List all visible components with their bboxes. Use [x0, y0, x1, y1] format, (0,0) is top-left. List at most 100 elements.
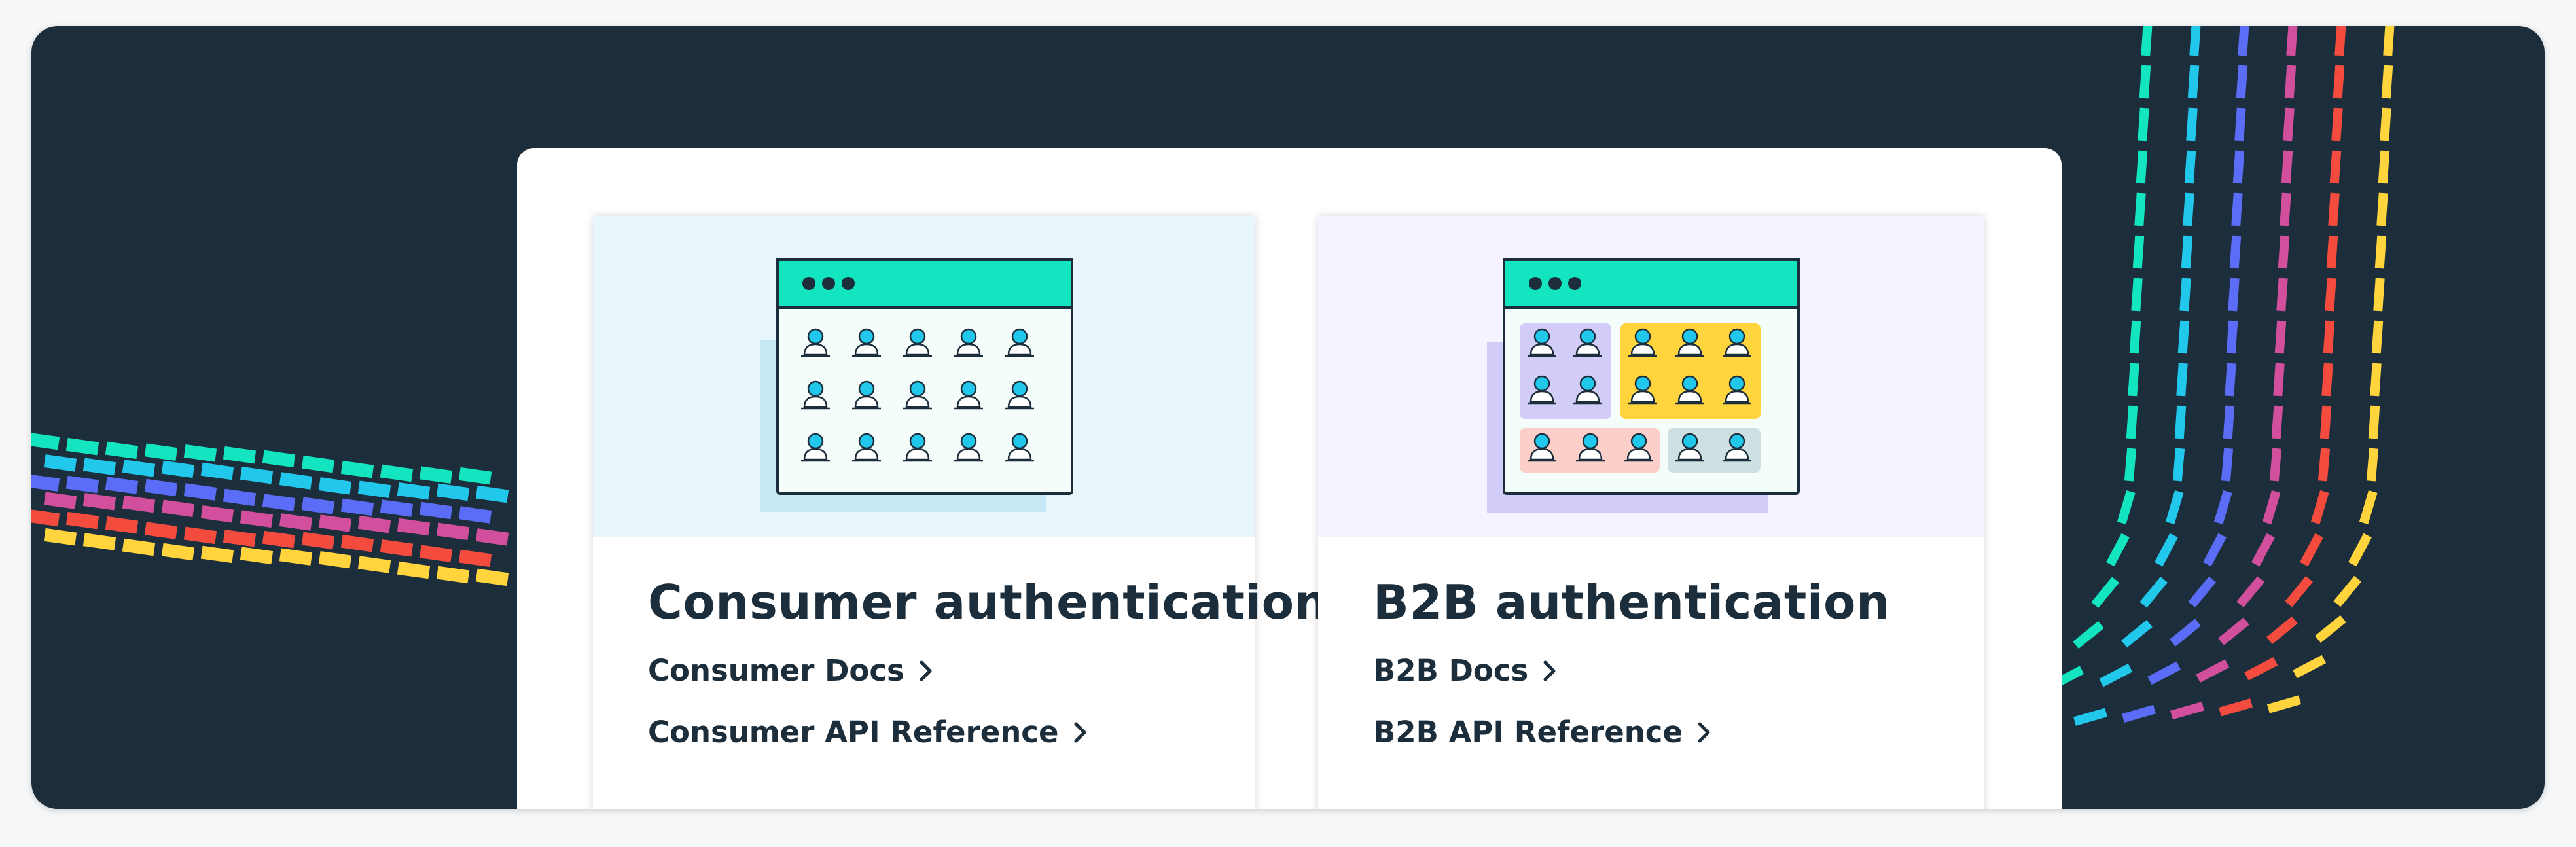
stripe-dash [2129, 320, 2141, 354]
stripe-dash [2284, 65, 2297, 99]
stripe-dash [105, 477, 139, 494]
stripe-dash [2300, 533, 2323, 567]
b2b-auth-card: B2B authentication B2B Docs B2B API Refe… [1318, 216, 1984, 809]
stripe-dash [262, 494, 296, 511]
b2b-api-reference-label: B2B API Reference [1373, 715, 1683, 749]
stripe-dash [2310, 490, 2329, 524]
consumer-auth-card: Consumer authentication Consumer Docs Co… [593, 216, 1328, 809]
stripe-dash [475, 528, 509, 546]
b2b-api-reference-link[interactable]: B2B API Reference [1373, 715, 1711, 749]
stripe-dash [2226, 320, 2238, 354]
stripe-dash [2383, 26, 2395, 56]
browser-window-icon [760, 258, 1073, 512]
chevron-right-icon [920, 660, 932, 681]
stripe-dash [240, 547, 274, 564]
stripe-dash [2170, 701, 2204, 720]
stripe-dash [340, 460, 374, 478]
stripe-dash [2323, 320, 2335, 354]
stripe-dash [2147, 661, 2181, 685]
stripe-dash [223, 446, 257, 464]
stripe-dash [82, 533, 116, 550]
stripe-dash [122, 460, 156, 477]
browser-window-icon [1487, 258, 1800, 513]
stripe-dash [2231, 192, 2243, 226]
stripe-dash [161, 499, 195, 518]
stripe-dash [240, 466, 274, 484]
stripe-dash [2139, 576, 2168, 608]
stripe-dash [2238, 26, 2249, 56]
stripe-dash [2274, 320, 2287, 354]
stripe-dash [161, 460, 195, 478]
stripe-dash [183, 526, 217, 545]
stripe-dash [2155, 533, 2178, 567]
stripe-dash [2317, 448, 2331, 482]
stripe-dash [161, 543, 195, 561]
stripe-dash [2221, 448, 2234, 482]
b2b-docs-link[interactable]: B2B Docs [1373, 653, 1557, 688]
chevron-right-icon [1074, 722, 1086, 742]
stripe-dash [65, 511, 99, 530]
stripe-dash [2319, 405, 2332, 439]
stripe-dash [279, 513, 313, 531]
stripe-dash [2285, 576, 2313, 607]
stripe-dash [318, 514, 352, 532]
stripe-dash [2315, 615, 2346, 643]
stripe-dash [2325, 278, 2336, 312]
chevron-right-icon [1543, 660, 1556, 681]
stripe-dash [122, 495, 156, 513]
stripe-dash [419, 466, 453, 484]
stripe-dash [436, 566, 470, 584]
stripe-dash [144, 478, 178, 497]
stripe-dash [2251, 533, 2275, 567]
stripe-dash [2271, 405, 2283, 439]
stripe-dash [31, 509, 60, 527]
stripe-dash [2091, 577, 2119, 608]
stripe-dash [200, 505, 234, 523]
stripe-dash [2229, 235, 2242, 269]
stripe-dash [2139, 65, 2151, 99]
stripe-dash [65, 475, 99, 494]
stripe-dash [2141, 26, 2153, 56]
stripe-dash [357, 515, 391, 533]
consumer-docs-label: Consumer Docs [648, 653, 904, 688]
stripe-dash [2218, 617, 2249, 645]
consumer-illustration [593, 216, 1255, 537]
stripe-dash [2374, 235, 2387, 269]
stripe-dash [2378, 150, 2390, 184]
stripe-dash [144, 443, 178, 461]
stripe-dash [262, 530, 296, 549]
stripe-dash [2131, 278, 2143, 312]
stripe-dash [301, 455, 335, 473]
stripe-dash [2132, 235, 2145, 269]
consumer-api-reference-link[interactable]: Consumer API Reference [648, 715, 1088, 749]
stripe-dash [144, 522, 178, 539]
stripe-dash [2278, 235, 2290, 269]
stripe-dash [2172, 448, 2185, 482]
stripe-dash [2174, 405, 2187, 439]
stripe-dash [43, 454, 77, 472]
stripe-dash [2267, 695, 2301, 713]
stripe-dash [2286, 26, 2298, 56]
stripe-dash [458, 467, 492, 485]
stripe-dash [2232, 150, 2245, 184]
stripe-dash [2176, 363, 2188, 397]
stripe-dash [2117, 490, 2136, 524]
hero-banner: Consumer authentication Consumer Docs Co… [31, 26, 2545, 809]
stripe-dash [2181, 235, 2193, 269]
auth-options-panel: Consumer authentication Consumer Docs Co… [517, 148, 2062, 809]
stripe-dash [2331, 107, 2343, 141]
stripe-dash [65, 437, 99, 456]
stripe-dash [340, 534, 374, 552]
consumer-docs-link[interactable]: Consumer Docs [648, 653, 933, 688]
stripe-dash [2281, 150, 2293, 184]
stripe-dash [436, 483, 470, 501]
stripe-dash [2187, 65, 2200, 99]
stripe-dash [380, 464, 414, 482]
b2b-auth-title: B2B authentication [1373, 575, 1890, 630]
stripe-dash [2134, 192, 2146, 226]
stripe-dash [419, 545, 453, 562]
b2b-illustration [1318, 216, 1984, 537]
stripe-dash [2196, 659, 2230, 683]
stripe-dash [223, 488, 257, 507]
stripe-dash [419, 501, 453, 520]
